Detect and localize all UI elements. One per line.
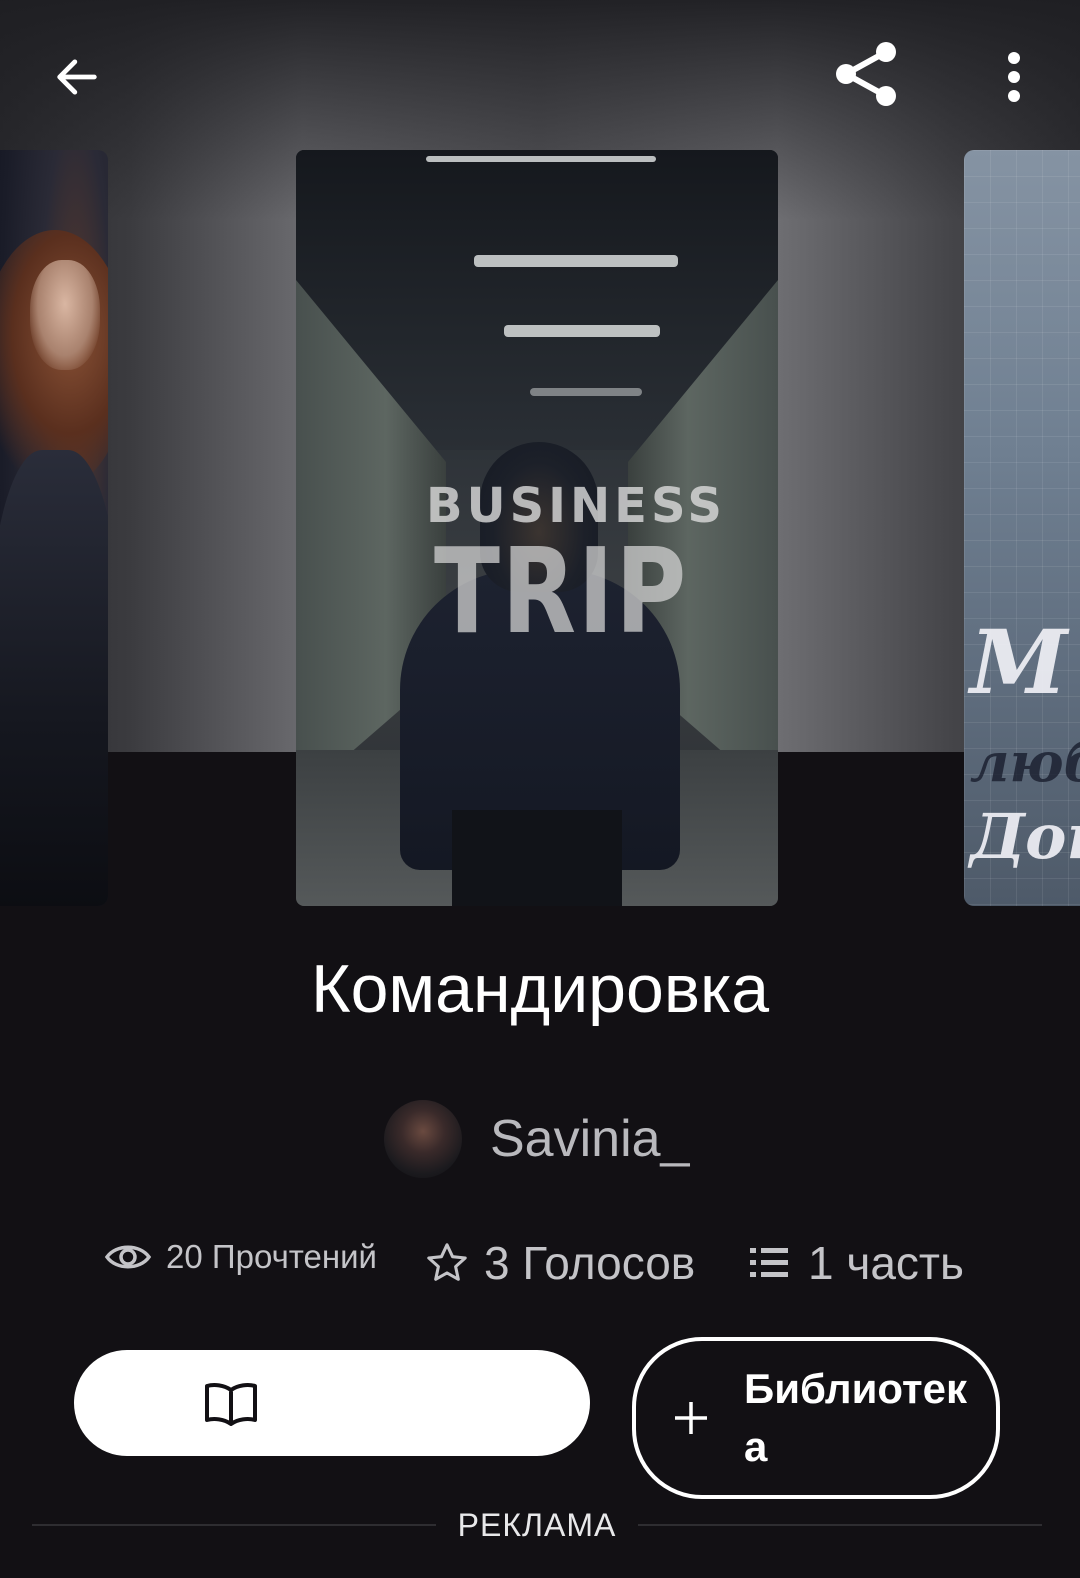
ad-label: РЕКЛАМА (457, 1506, 617, 1543)
reads-stat: 20 Прочтений (104, 1238, 377, 1276)
share-icon (836, 42, 896, 106)
divider-line (32, 1524, 436, 1526)
cover-text-line1: M (970, 610, 1068, 714)
votes-count: 3 Голосов (484, 1237, 696, 1289)
parts-count: 1 часть (808, 1237, 964, 1289)
read-button[interactable] (74, 1350, 590, 1456)
cover-title-line2: TRIP (434, 522, 688, 660)
divider-line (638, 1524, 1043, 1526)
cover-light (474, 255, 678, 267)
library-label: Библиотека (744, 1365, 967, 1470)
open-book-icon (205, 1383, 257, 1426)
votes-stat: 3 Голосов (424, 1236, 695, 1290)
eye-icon (104, 1245, 152, 1269)
story-cover[interactable]: BUSINESS TRIP (296, 150, 778, 906)
author-link[interactable]: Savinia_ (384, 1100, 689, 1178)
plus-icon (672, 1390, 710, 1446)
story-title: Командировка (310, 951, 770, 1027)
star-icon (427, 1243, 467, 1281)
add-to-library-button[interactable]: Библиотека (632, 1337, 1000, 1499)
next-story-cover[interactable]: M любі Док (964, 150, 1080, 906)
reads-count: 20 Прочтений (166, 1238, 377, 1275)
cover-art-face (30, 260, 100, 370)
cover-light (426, 156, 656, 162)
previous-story-cover[interactable] (0, 150, 108, 906)
author-avatar (384, 1100, 462, 1178)
author-name: Savinia_ (490, 1110, 690, 1168)
top-bar (0, 0, 1080, 150)
share-button[interactable] (826, 34, 906, 114)
parts-stat[interactable]: 1 часть (750, 1236, 964, 1290)
cover-person-legs (452, 810, 622, 906)
ad-divider: РЕКЛАМА (32, 1500, 1043, 1550)
back-button[interactable] (40, 40, 114, 114)
cover-text-line3: Док (970, 800, 1080, 873)
cover-art-dress (0, 450, 108, 906)
cover-light (504, 325, 660, 337)
cover-text-line2: любі (970, 730, 1080, 794)
more-vertical-icon (1008, 52, 1020, 102)
more-options-button[interactable] (982, 40, 1046, 114)
story-stats: 20 Прочтений 3 Голосов 1 часть (0, 1232, 1080, 1302)
cover-light (530, 388, 642, 396)
list-icon (750, 1248, 788, 1277)
arrow-left-icon (57, 59, 97, 95)
